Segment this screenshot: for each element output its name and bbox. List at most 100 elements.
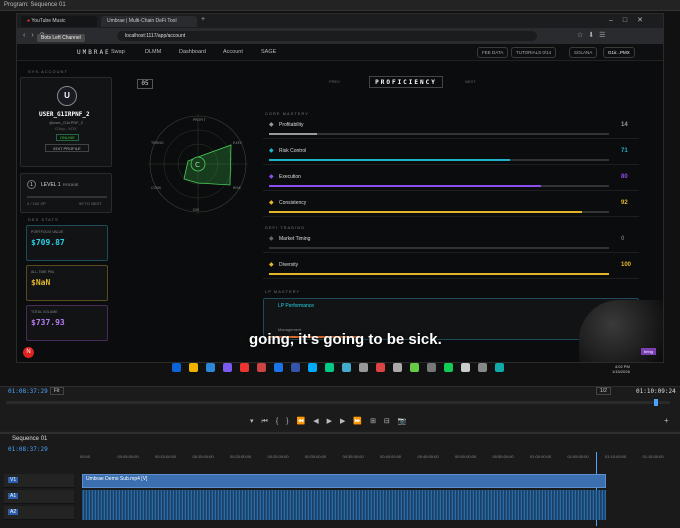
skill-value: 0 [621,236,625,242]
resolution-select[interactable]: 1/2 [596,387,611,395]
new-tab-button[interactable]: + [201,16,205,23]
ruler-tick-label: 01:15:00:00 [642,454,664,459]
proficiency-panel: 05 PREV PROFICIENCY NEXT C PROFIT EXEC R… [125,69,663,361]
taskbar-app-icon[interactable] [325,363,334,372]
skill-label: Market Timing [279,236,311,242]
taskbar-app-icon[interactable] [308,363,317,372]
taskbar-app-icon[interactable] [257,363,266,372]
audio-clip[interactable] [82,490,606,520]
track-header-a1[interactable]: A1 [4,490,74,504]
ruler-tick-label: 01:00:00:00 [530,454,552,459]
pnl-card: ALL-TIME PNL $NaN [26,265,108,301]
track-header-v1[interactable]: V1 [4,474,74,488]
timeline-ruler[interactable]: 00:00 00:05:00:00 00:10:00:00 00:15:00:00 00… [80,454,675,462]
nav-swap[interactable]: Swap [111,49,125,55]
section-label: SYS.ACCOUNT [28,69,68,74]
taskbar-app-icon[interactable] [461,363,470,372]
radar-chart: C PROFIT EXEC RISK DIV CONS TIMING [148,114,248,214]
webcam-badge: bring [641,348,656,355]
ruler-tick-label: 00:40:00:00 [380,454,402,459]
wallet-button[interactable]: G1ir...PMX [603,47,635,58]
ruler-tick-label: 00:10:00:00 [155,454,177,459]
clock: 4:02 PM 1/15/2026 [612,364,630,374]
skill-icon: ◆ [269,174,274,180]
monitor-scrubber[interactable] [6,399,670,406]
transport-controls[interactable]: ▾⏮{}⏪◀▶▶⏩⊞⊟📷 [250,417,415,426]
video-clip[interactable]: Umbrae Demo Sub.mp4 [V] [82,474,606,488]
url-input[interactable]: localhost:1117/app/account [117,31,537,41]
skill-value: 14 [621,122,628,128]
taskbar-app-icon[interactable] [342,363,351,372]
skill-bar [269,185,609,187]
taskbar-app-icon[interactable] [478,363,487,372]
program-monitor-title: Program: Sequence 01 [0,0,680,11]
taskbar-app-icon[interactable] [274,363,283,372]
prev-button[interactable]: PREV [329,79,340,84]
taskbar-app-icon[interactable] [223,363,232,372]
taskbar-app-icon[interactable] [393,363,402,372]
taskbar-app-icon[interactable] [359,363,368,372]
taskbar-app-icon[interactable] [410,363,419,372]
track-header-a2[interactable]: A2 [4,506,74,520]
taskbar-app-icon[interactable] [291,363,300,372]
ruler-tick-label: 00:05:00:00 [117,454,139,459]
taskbar-app-icon[interactable] [495,363,504,372]
nav-sage[interactable]: SAGE [261,49,276,55]
ruler-tick-label: 01:10:00:00 [605,454,627,459]
duration-timecode: 01:10:09:24 [636,388,676,395]
taskbar-app-icon[interactable] [240,363,249,372]
timeline-panel: Sequence 01 01:08:37:29 00:00 00:05:00:00… [0,432,680,528]
defi-trading-label: DEFI TRADING [265,225,306,230]
xp-text: 0 / 100 XP [27,201,46,206]
nav-dlmm[interactable]: DLMM [145,49,161,55]
taskbar-app-icon[interactable] [427,363,436,372]
skill-label: Diversity [279,262,299,268]
taskbar-app-icon[interactable] [172,363,181,372]
level-tag: ROOKIE [63,182,79,187]
svg-text:RISK: RISK [233,186,242,190]
nav-account[interactable]: Account [223,49,243,55]
core-row: ◆ Risk Control 71 [263,145,639,165]
skill-label: Profitability [279,122,304,128]
skill-value: 92 [621,200,628,206]
address-bar: ‹›⟳ localhost:1117/app/account ☆⬇☰ [17,28,663,44]
youtube-icon: ● [27,18,31,24]
add-button[interactable]: + [664,416,669,425]
svg-text:PROFIT: PROFIT [193,118,206,122]
svg-text:TIMING: TIMING [150,141,164,145]
subtitle-caption: going, it's going to be sick. [249,331,442,348]
user-handle: @user_G1irPNF_2 [49,120,84,125]
ruler-tick-label: 00:00 [80,454,91,459]
taskbar-app-icon[interactable] [376,363,385,372]
tab-umbrae[interactable]: Umbrae | Multi-Chain DeFi Tool [101,16,197,27]
skill-label: Execution [279,174,301,180]
next-button[interactable]: NEXT [465,79,476,84]
window-controls[interactable]: –□✕ [609,16,653,24]
volume-value: $737.93 [31,318,65,327]
taskbar-app-icon[interactable] [189,363,198,372]
skill-icon: ◆ [269,200,274,206]
rank-badge: 05 [137,79,153,89]
ruler-tick-label: 00:55:00:00 [492,454,514,459]
fee-data-pill[interactable]: FEE DATA [477,47,509,58]
core-mastery-label: CORE MASTERY [265,111,309,116]
sequence-tab[interactable]: Sequence 01 [12,436,47,442]
skill-icon: ◆ [269,148,274,154]
edit-profile-button[interactable]: EDIT PROFILE [45,144,89,152]
tutorials-pill[interactable]: TUTORIALS 0/14 [511,47,557,58]
taskbar-app-icon[interactable] [444,363,453,372]
svg-text:EXEC: EXEC [233,141,243,145]
fit-select[interactable]: Fit [50,387,64,395]
ruler-tick-label: 00:35:00:00 [342,454,364,459]
notification-icon[interactable]: N [23,347,34,358]
browser-toolbar-icons[interactable]: ☆⬇☰ [577,31,610,39]
network-pill[interactable]: SOLANA [569,47,598,58]
volume-card: TOTAL VOLUME $737.93 [26,305,108,341]
level-label: LEVEL 1 [41,182,61,188]
skill-icon: ◆ [269,262,274,268]
tab-youtube-music[interactable]: ● YouTube Music [21,16,97,27]
proficiency-title: PROFICIENCY [369,76,443,88]
ruler-tick-label: 00:20:00:00 [230,454,252,459]
nav-dashboard[interactable]: Dashboard [179,49,206,55]
taskbar-app-icon[interactable] [206,363,215,372]
